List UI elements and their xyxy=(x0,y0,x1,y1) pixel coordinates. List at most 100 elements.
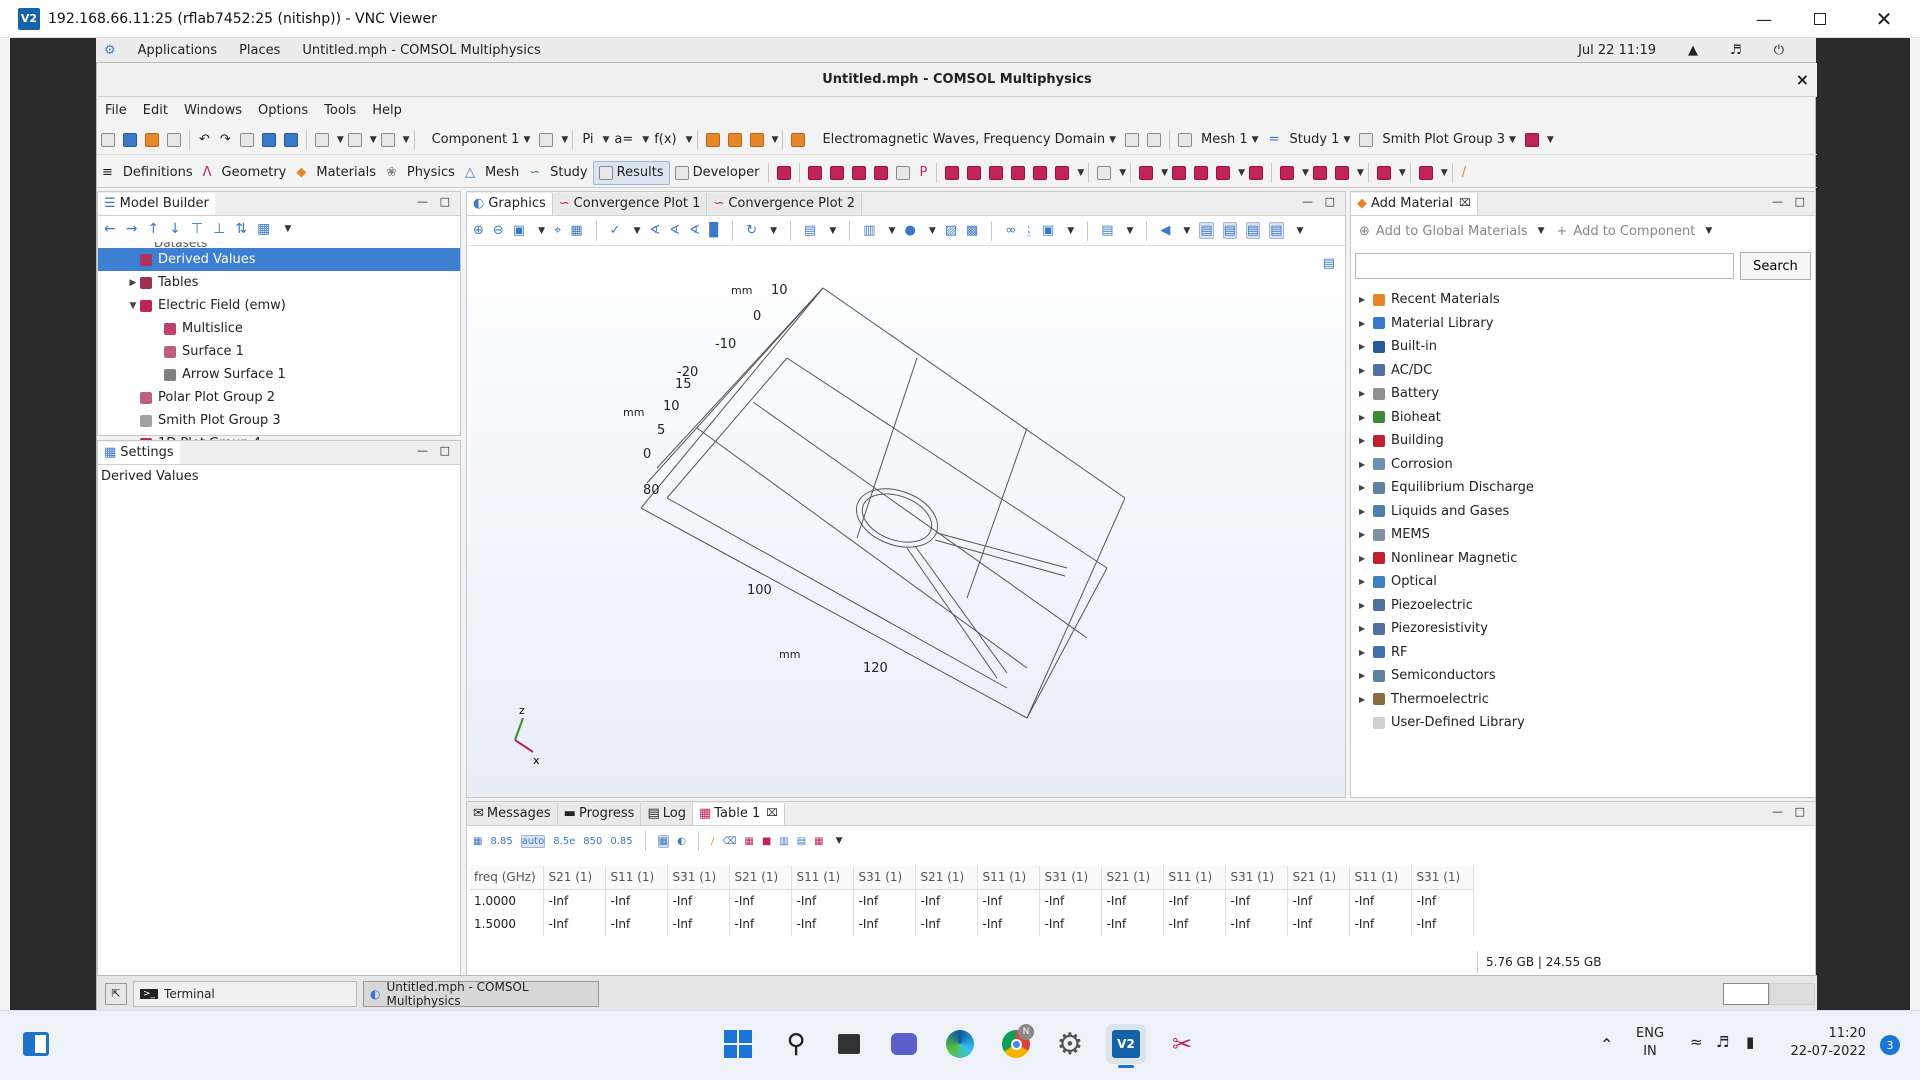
transparency-icon[interactable]: ▨ xyxy=(945,223,957,238)
material-expand-icon[interactable]: ▶ xyxy=(1359,530,1373,539)
axis-icon[interactable]: ✓ xyxy=(610,223,621,238)
material-item[interactable]: ▶ Piezoresistivity xyxy=(1359,617,1815,641)
result-tool-13-icon[interactable] xyxy=(1055,165,1070,180)
close-tab-icon[interactable]: ⌧ xyxy=(1459,198,1471,209)
material-item[interactable]: ▶ Piezoelectric xyxy=(1359,594,1815,618)
save-icon[interactable] xyxy=(167,132,181,147)
material-expand-icon[interactable]: ▶ xyxy=(1359,601,1373,610)
column-header[interactable]: S11 (1) xyxy=(1349,866,1412,890)
settings-tab[interactable]: ▦ Settings xyxy=(98,441,180,464)
mesh-dropdown[interactable]: Mesh 1 ▼ xyxy=(1196,128,1264,152)
view-options-icon[interactable]: ▦ xyxy=(257,221,270,237)
material-item[interactable]: ▶ Built-in xyxy=(1359,335,1815,359)
column-header[interactable]: S21 (1) xyxy=(729,866,792,890)
tree-item[interactable]: ▼ Electric Field (emw) xyxy=(98,294,460,317)
folder-icon[interactable] xyxy=(145,132,159,147)
result-tool-2-icon[interactable] xyxy=(808,165,823,180)
minimize-material-icon[interactable]: — xyxy=(1772,195,1783,208)
column-header[interactable]: S21 (1) xyxy=(543,866,606,890)
result-tool-17-icon[interactable] xyxy=(1194,165,1209,180)
menu-help[interactable]: Help xyxy=(372,103,402,118)
material-expand-icon[interactable]: ▶ xyxy=(1359,366,1373,375)
material-expand-icon[interactable]: ▶ xyxy=(1359,648,1373,657)
column-header[interactable]: S11 (1) xyxy=(1163,866,1226,890)
column-header[interactable]: S21 (1) xyxy=(915,866,978,890)
link-icon[interactable] xyxy=(749,132,764,147)
result-tool-20-icon[interactable] xyxy=(1280,165,1294,180)
zoom-in-icon[interactable]: ⊕ xyxy=(473,223,484,238)
plot-dropdown[interactable]: Smith Plot Group 3 ▼ xyxy=(1377,128,1521,152)
datetime[interactable]: Jul 22 11:19 xyxy=(1578,43,1656,58)
minimize-settings-icon[interactable]: — xyxy=(417,444,428,457)
redo-icon[interactable]: ↷ xyxy=(215,128,236,152)
language-indicator[interactable]: ENG IN xyxy=(1636,1025,1664,1061)
material-expand-icon[interactable]: ▶ xyxy=(1359,342,1373,351)
view-zx-icon[interactable]: ∢ xyxy=(689,223,700,238)
back-icon[interactable]: ← xyxy=(104,221,116,237)
app-close-button[interactable]: × xyxy=(1796,70,1809,89)
layout-1-icon[interactable]: ▤ xyxy=(1199,222,1214,239)
result-tool-7-icon[interactable]: P xyxy=(914,161,932,185)
column-header[interactable]: S11 (1) xyxy=(605,866,668,890)
move-up-icon[interactable]: ↑ xyxy=(147,221,159,237)
material-item[interactable]: ▶ Recent Materials xyxy=(1359,288,1815,312)
collapse-icon[interactable]: ⊤ xyxy=(191,221,203,237)
places-menu[interactable]: Places xyxy=(239,43,280,58)
minimize-results-icon[interactable]: — xyxy=(1772,805,1783,818)
material-expand-icon[interactable]: ▶ xyxy=(1359,413,1373,422)
clear-icon[interactable]: / xyxy=(1457,161,1471,185)
expand-icon[interactable]: ⊥ xyxy=(213,221,225,237)
table-fixed-icon[interactable]: 0.85 xyxy=(610,836,632,847)
camera-icon[interactable]: ▤ xyxy=(804,223,816,238)
table-tool-1-icon[interactable]: ▦ xyxy=(473,836,482,847)
result-tool-22-icon[interactable] xyxy=(1334,165,1349,180)
wifi-icon[interactable]: ≈ xyxy=(1690,1033,1703,1051)
compute-icon[interactable] xyxy=(1359,132,1374,147)
minimize-panel-icon[interactable]: — xyxy=(417,195,428,208)
ribbon-physics[interactable]: Physics xyxy=(402,161,460,185)
material-search-input[interactable] xyxy=(1355,253,1734,279)
physics-feature-icon[interactable] xyxy=(1125,132,1140,147)
material-item[interactable]: ▶ AC/DC xyxy=(1359,359,1815,383)
column-header[interactable]: S21 (1) xyxy=(1287,866,1350,890)
add-to-component-button[interactable]: Add to Component xyxy=(1573,224,1695,239)
play-icon[interactable]: ◀ xyxy=(1160,223,1170,238)
material-item[interactable]: ▶ Optical xyxy=(1359,570,1815,594)
workspace-2[interactable] xyxy=(1769,982,1815,1005)
add-component-icon[interactable] xyxy=(314,132,329,147)
ribbon-geometry[interactable]: Geometry xyxy=(217,161,292,185)
applications-menu[interactable]: Applications xyxy=(138,43,217,58)
table-row[interactable]: 1.0000 -Inf -Inf -Inf -Inf -Inf -Inf -Inf -Inf -I… xyxy=(469,889,1474,912)
column-header[interactable]: S31 (1) xyxy=(1039,866,1102,890)
material-expand-icon[interactable]: ▶ xyxy=(1359,695,1373,704)
ribbon-materials[interactable]: Materials xyxy=(311,161,381,185)
table-globe-icon[interactable]: ◐ xyxy=(677,836,686,847)
material-item[interactable]: User-Defined Library xyxy=(1359,711,1815,735)
result-tool-23-icon[interactable] xyxy=(1376,165,1391,180)
window-icon[interactable] xyxy=(261,132,276,147)
ribbon-mesh[interactable]: Mesh xyxy=(480,161,524,185)
material-item[interactable]: ▶ Battery xyxy=(1359,382,1815,406)
chrome-icon[interactable]: N xyxy=(996,1024,1036,1064)
result-tool-16-icon[interactable] xyxy=(1172,165,1187,180)
center-icon[interactable]: ⌖ xyxy=(554,223,561,238)
column-header[interactable]: S11 (1) xyxy=(977,866,1040,890)
material-expand-icon[interactable]: ▶ xyxy=(1359,436,1373,445)
table-grid-icon[interactable]: ▦ xyxy=(657,834,670,848)
material-expand-icon[interactable]: ▶ xyxy=(1359,577,1373,586)
material-expand-icon[interactable]: ▶ xyxy=(1359,460,1373,469)
result-tool-18-icon[interactable] xyxy=(1216,165,1231,180)
table-settings-icon[interactable]: ▦ xyxy=(814,836,823,847)
maximize-settings-icon[interactable]: □ xyxy=(440,444,450,457)
tab-graphics[interactable]: ◐ Graphics xyxy=(467,192,553,215)
study-dropdown[interactable]: Study 1 ▼ xyxy=(1285,128,1356,152)
results-table[interactable]: freq (GHz) S21 (1) S11 (1) S31 (1) S21 (1) S1… xyxy=(469,866,1474,936)
table-eng-icon[interactable]: 850 xyxy=(583,836,602,847)
material-expand-icon[interactable]: ▶ xyxy=(1359,624,1373,633)
material-expand-icon[interactable]: ▶ xyxy=(1359,554,1373,563)
power-icon[interactable]: ⏻ xyxy=(1774,43,1784,58)
menu-file[interactable]: File xyxy=(105,103,127,118)
edge-icon[interactable] xyxy=(940,1024,980,1064)
zoom-out-icon[interactable]: ⊖ xyxy=(493,223,504,238)
forward-icon[interactable]: → xyxy=(126,221,138,237)
